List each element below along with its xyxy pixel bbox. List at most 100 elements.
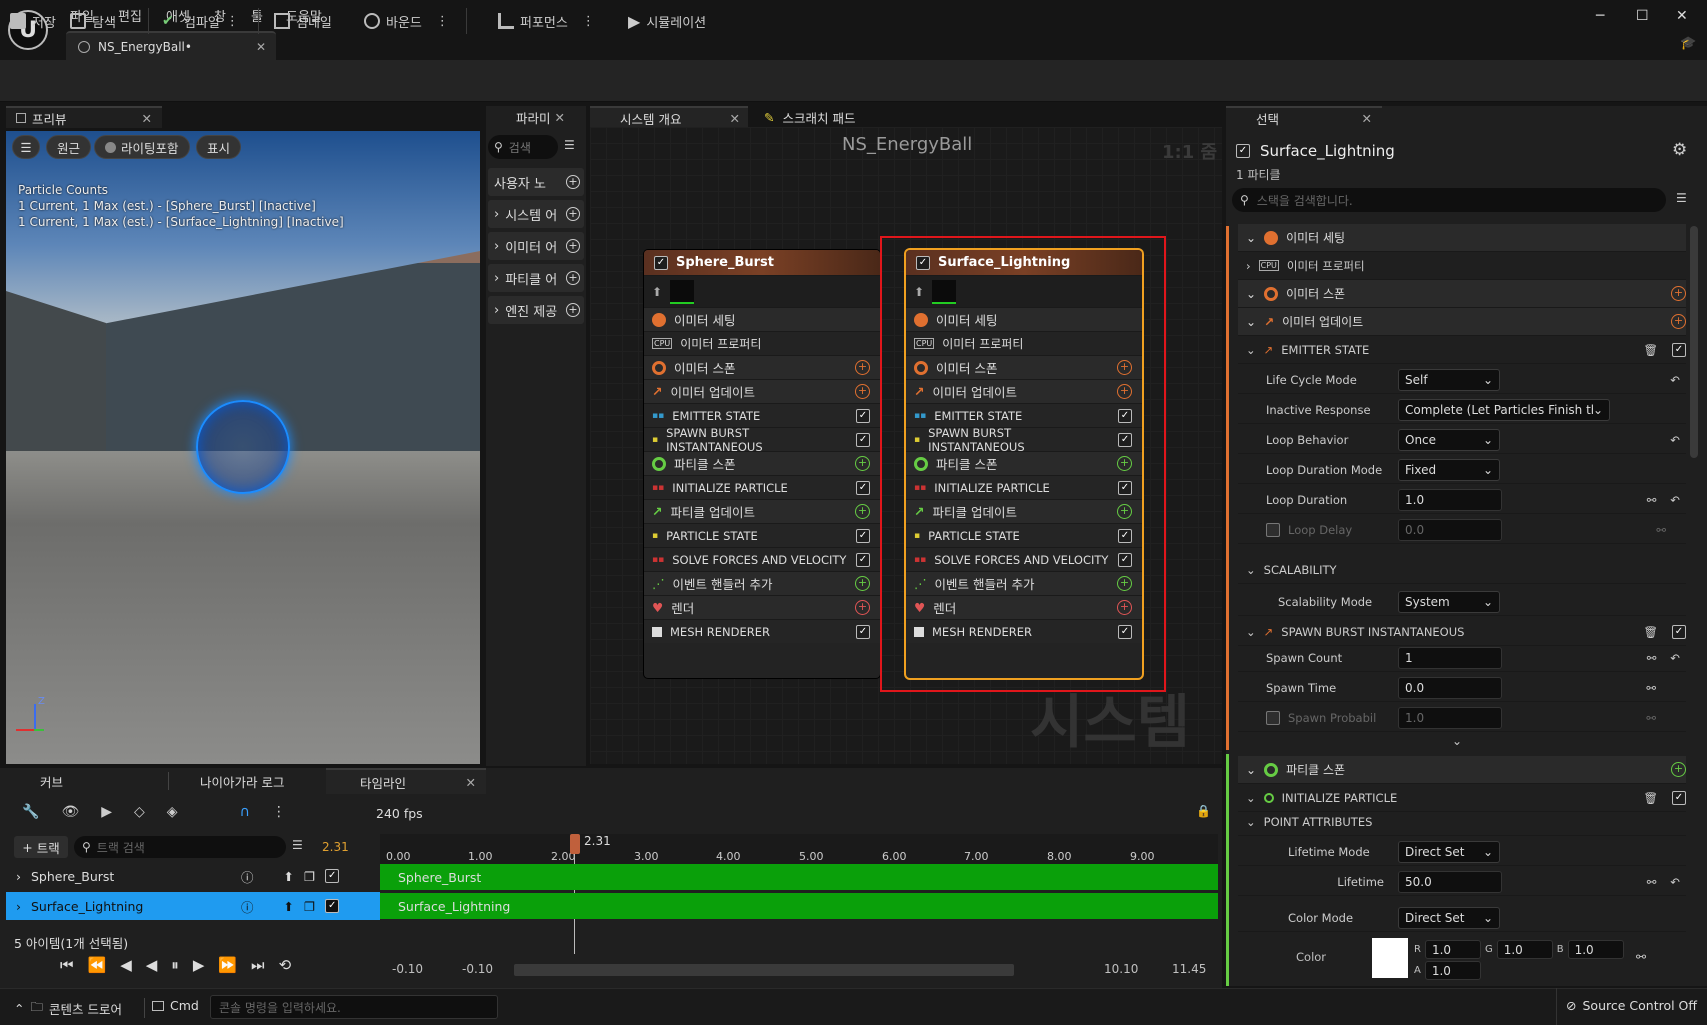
- color-r-input[interactable]: 1.0: [1424, 940, 1481, 959]
- close-icon[interactable]: ✕: [256, 40, 266, 54]
- spawn-burst-module[interactable]: ⌄ ↗ SPAWN BURST INSTANTANEOUS 🗑 ✓: [1238, 618, 1686, 646]
- console-input[interactable]: 콘솔 명령을 입력하세요.: [210, 995, 498, 1019]
- enable-checkbox[interactable]: ✓: [856, 624, 870, 639]
- link-icon[interactable]: ⚯: [1656, 523, 1666, 537]
- add-icon[interactable]: +: [1671, 286, 1686, 301]
- menu-edit[interactable]: 편집: [118, 6, 142, 25]
- step-back-icon[interactable]: ◀︎: [120, 956, 132, 974]
- fps-label[interactable]: 240 fps: [376, 806, 423, 821]
- snap-magnet-icon[interactable]: ∩: [240, 804, 250, 820]
- emitter-node-sphere-burst[interactable]: ✓ Sphere_Burst ⬆ 이미터 세팅 CPU 이미터 프로퍼티 이미터 스…: [644, 250, 880, 678]
- track-bar-sphere-burst[interactable]: Sphere_Burst: [380, 864, 1218, 890]
- reverse-play-icon[interactable]: ◀: [146, 956, 158, 974]
- add-icon[interactable]: +: [1671, 762, 1686, 777]
- menu-tools[interactable]: 툴: [251, 6, 263, 25]
- viewport-menu-button[interactable]: ☰: [12, 135, 40, 159]
- close-icon[interactable]: ✕: [555, 110, 565, 125]
- more-icon[interactable]: ⋮: [436, 14, 449, 29]
- trash-icon[interactable]: 🗑: [1643, 625, 1658, 639]
- more-icon[interactable]: ⋮: [226, 14, 239, 29]
- add-icon[interactable]: +: [855, 576, 870, 591]
- enable-checkbox[interactable]: ✓: [1672, 790, 1686, 805]
- filter-icon[interactable]: ☰: [564, 138, 575, 152]
- tab-timeline[interactable]: 타임라인 ✕: [326, 768, 486, 794]
- emitter-spawn-row[interactable]: 이미터 스폰 +: [644, 355, 880, 379]
- emitter-state-row[interactable]: ▪▪ EMITTER STATE ✓: [644, 403, 880, 427]
- loop-delay-checkbox[interactable]: [1266, 522, 1280, 537]
- minimize-button[interactable]: ─: [1596, 8, 1604, 24]
- layers-icon[interactable]: ❐: [304, 899, 315, 914]
- link-icon[interactable]: ⚯: [1646, 681, 1656, 695]
- save-button[interactable]: 저장: [10, 10, 56, 32]
- emitter-update-group[interactable]: ⌄ ↗ 이미터 업데이트 +: [1238, 308, 1686, 336]
- perspective-button[interactable]: 원근: [46, 135, 92, 159]
- color-b-input[interactable]: 1.0: [1567, 940, 1624, 959]
- initialize-particle-row[interactable]: ▪▪ INITIALIZE PARTICLE ✓: [644, 475, 880, 499]
- show-button[interactable]: 표시: [196, 135, 242, 159]
- reset-icon[interactable]: ↶: [1670, 651, 1680, 665]
- emitter-settings-row[interactable]: 이미터 세팅: [644, 307, 880, 331]
- node-header[interactable]: ✓ Sphere_Burst: [644, 250, 880, 275]
- loop-duration-mode-dropdown[interactable]: Fixed ⌄: [1398, 458, 1500, 481]
- more-icon[interactable]: ⋮: [272, 804, 286, 820]
- palette-emitter-attrs[interactable]: › 이미터 어 +: [488, 232, 584, 260]
- eye-icon[interactable]: 👁: [61, 804, 79, 820]
- loop-icon[interactable]: ⟲: [279, 956, 292, 974]
- track-surface-lightning[interactable]: › Surface_Lightning ⓘ ⬆ ❐ ✓: [6, 892, 380, 920]
- add-track-button[interactable]: + 트랙: [14, 836, 68, 858]
- spawn-count-input[interactable]: 1: [1398, 646, 1502, 669]
- key-icon[interactable]: ◇: [134, 804, 145, 820]
- info-icon[interactable]: ⓘ: [241, 867, 254, 886]
- link-icon[interactable]: ⚯: [1647, 493, 1657, 507]
- tab-scratch-pad[interactable]: ✎ 스크래치 패드: [752, 106, 892, 128]
- add-icon[interactable]: +: [566, 239, 580, 253]
- play-icon[interactable]: ▶: [101, 804, 112, 820]
- add-icon[interactable]: +: [566, 271, 580, 285]
- maximize-button[interactable]: ☐: [1636, 8, 1649, 24]
- close-window-button[interactable]: ✕: [1676, 8, 1688, 24]
- enable-checkbox[interactable]: ✓: [1672, 342, 1686, 357]
- tab-selection[interactable]: 선택 ✕: [1226, 106, 1382, 128]
- spawn-burst-row[interactable]: ▪ SPAWN BURST INSTANTANEOUS ✓: [644, 426, 880, 454]
- lighting-button[interactable]: 라이팅포함: [94, 135, 190, 159]
- next-key-icon[interactable]: ⏩: [218, 956, 237, 974]
- enable-checkbox[interactable]: ✓: [1672, 624, 1686, 639]
- emitter-settings-group[interactable]: ⌄ 이미터 세팅: [1238, 224, 1686, 252]
- solve-forces-row[interactable]: ▪▪ SOLVE FORCES AND VELOCITY ✓: [644, 547, 880, 571]
- browse-button[interactable]: 탐색: [70, 10, 116, 32]
- cmd-button[interactable]: Cmd: [152, 998, 199, 1013]
- lock-icon[interactable]: 🔒: [1196, 804, 1211, 818]
- document-tab[interactable]: NS_EnergyBall• ✕: [66, 31, 276, 60]
- spawn-time-input[interactable]: 0.0: [1398, 676, 1502, 699]
- close-icon[interactable]: ✕: [730, 111, 740, 126]
- prev-key-icon[interactable]: ⏪: [88, 956, 107, 974]
- trash-icon[interactable]: 🗑: [1643, 343, 1658, 357]
- thumbnail-button[interactable]: 섬네일: [274, 10, 332, 32]
- to-end-icon[interactable]: ⏭: [251, 956, 265, 974]
- add-icon[interactable]: +: [855, 360, 870, 375]
- scrollbar[interactable]: [1690, 226, 1698, 458]
- particle-spawn-row[interactable]: 파티클 스폰 +: [644, 451, 880, 475]
- track-sphere-burst[interactable]: › Sphere_Burst ⓘ ⬆ ❐ ✓: [6, 862, 380, 890]
- emitter-update-row[interactable]: ↗ 이미터 업데이트 +: [644, 379, 880, 403]
- render-row[interactable]: ♥ 렌더 +: [644, 595, 880, 619]
- range-end[interactable]: 11.45: [1172, 962, 1206, 976]
- reset-icon[interactable]: ↶: [1670, 875, 1680, 889]
- close-icon[interactable]: ✕: [142, 111, 152, 126]
- event-handler-row[interactable]: ⋰ 이벤트 핸들러 추가 +: [644, 571, 880, 595]
- emitter-state-module[interactable]: ⌄ ↗ EMITTER STATE 🗑 ✓: [1238, 336, 1686, 364]
- enable-checkbox[interactable]: ✓: [856, 552, 870, 567]
- step-forward-icon[interactable]: ▶︎: [193, 956, 205, 974]
- reset-icon[interactable]: ↶: [1670, 493, 1680, 507]
- color-swatch[interactable]: [1372, 938, 1408, 978]
- layers-icon[interactable]: ❐: [304, 869, 315, 884]
- emitter-properties-row[interactable]: CPU 이미터 프로퍼티: [644, 331, 880, 355]
- spawn-probability-checkbox[interactable]: [1266, 710, 1280, 725]
- track-bar-surface-lightning[interactable]: Surface_Lightning: [380, 893, 1218, 919]
- playhead-handle[interactable]: [570, 834, 580, 854]
- lifetime-mode-dropdown[interactable]: Direct Set ⌄: [1398, 840, 1500, 863]
- compile-button[interactable]: ✔ 컴파일 ⋮: [162, 10, 239, 32]
- add-icon[interactable]: +: [566, 207, 580, 221]
- to-start-icon[interactable]: ⏮: [60, 956, 74, 974]
- range-start[interactable]: -0.10: [392, 962, 423, 976]
